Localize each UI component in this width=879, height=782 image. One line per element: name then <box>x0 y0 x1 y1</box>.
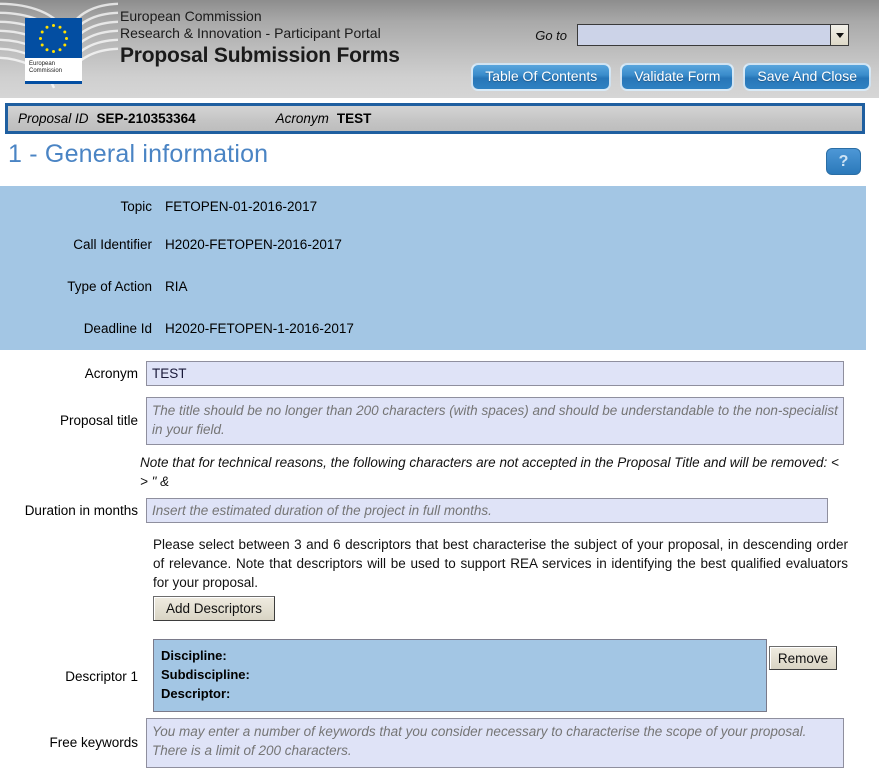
deadline-id-value: H2020-FETOPEN-1-2016-2017 <box>165 321 354 336</box>
free-keywords-form-row: Free keywords <box>0 718 844 768</box>
eu-flag-icon <box>25 18 82 58</box>
duration-input[interactable] <box>146 498 828 523</box>
proposal-title-note: Note that for technical reasons, the fol… <box>140 455 839 489</box>
table-of-contents-button[interactable]: Table Of Contents <box>471 63 612 91</box>
descriptors-instructions: Please select between 3 and 6 descriptor… <box>153 537 848 590</box>
goto-label: Go to <box>535 27 567 43</box>
logo-caption-line2: Commission <box>29 68 63 74</box>
header-portal-name: Research & Innovation - Participant Port… <box>120 25 381 41</box>
type-of-action-value: RIA <box>165 279 188 294</box>
goto-navigation: Go to <box>535 24 849 46</box>
acronym-input[interactable] <box>146 361 844 386</box>
info-row-type-of-action: Type of Action RIA <box>0 276 866 297</box>
header-org-name: European Commission <box>120 8 262 24</box>
acronym-value: TEST <box>336 111 372 126</box>
acronym-label: Acronym <box>275 111 329 126</box>
page-header: European Commission European Commission … <box>0 0 879 98</box>
call-identifier-label: Call Identifier <box>73 237 152 252</box>
header-app-title: Proposal Submission Forms <box>120 44 400 67</box>
help-button[interactable]: ? <box>826 148 861 175</box>
duration-form-row: Duration in months <box>0 498 828 523</box>
topic-label: Topic <box>120 199 152 214</box>
logo-caption: European Commission <box>25 58 82 75</box>
info-row-call-identifier: Call Identifier H2020-FETOPEN-2016-2017 <box>0 234 866 255</box>
european-commission-logo: European Commission <box>25 18 82 84</box>
proposal-title-input[interactable] <box>146 397 844 445</box>
descriptor-descriptor-line: Descriptor: <box>161 686 231 701</box>
acronym-form-row: Acronym <box>0 361 844 386</box>
add-descriptors-button[interactable]: Add Descriptors <box>153 596 275 621</box>
header-button-group: Table Of Contents Validate Form Save And… <box>471 63 871 91</box>
goto-select[interactable] <box>577 24 849 46</box>
proposal-id-value: SEP-210353364 <box>96 111 196 126</box>
remove-descriptor-button[interactable]: Remove <box>769 646 837 670</box>
validate-form-button[interactable]: Validate Form <box>620 63 735 91</box>
duration-field-label: Duration in months <box>24 503 138 518</box>
deadline-id-label: Deadline Id <box>83 321 152 336</box>
type-of-action-label: Type of Action <box>67 279 152 294</box>
proposal-info-panel: Topic FETOPEN-01-2016-2017 Call Identifi… <box>0 186 866 350</box>
topic-value: FETOPEN-01-2016-2017 <box>165 199 318 214</box>
info-row-topic: Topic FETOPEN-01-2016-2017 <box>0 196 866 217</box>
descriptor-subdiscipline-line: Subdiscipline: <box>161 667 250 682</box>
descriptor-1-box[interactable]: Discipline: Subdiscipline: Descriptor: <box>153 639 767 712</box>
proposal-id-label: Proposal ID <box>18 111 89 126</box>
proposal-title-field-label: Proposal title <box>59 413 138 428</box>
descriptor-1-label: Descriptor 1 <box>65 669 138 684</box>
chevron-down-icon[interactable] <box>830 25 848 45</box>
acronym-field-label: Acronym <box>84 366 138 381</box>
header-title-block: European Commission Research & Innovatio… <box>120 8 400 69</box>
free-keywords-input[interactable] <box>146 718 844 768</box>
info-row-deadline-id: Deadline Id H2020-FETOPEN-1-2016-2017 <box>0 318 866 339</box>
save-and-close-button[interactable]: Save And Close <box>743 63 871 91</box>
logo-caption-line1: European <box>29 61 56 67</box>
page-title: 1 - General information <box>8 140 269 168</box>
descriptor-discipline-line: Discipline: <box>161 648 227 663</box>
proposal-id-bar: Proposal ID SEP-210353364 Acronym TEST <box>5 103 865 134</box>
call-identifier-value: H2020-FETOPEN-2016-2017 <box>165 237 342 252</box>
free-keywords-field-label: Free keywords <box>49 735 138 750</box>
proposal-title-form-row: Proposal title <box>0 397 844 445</box>
